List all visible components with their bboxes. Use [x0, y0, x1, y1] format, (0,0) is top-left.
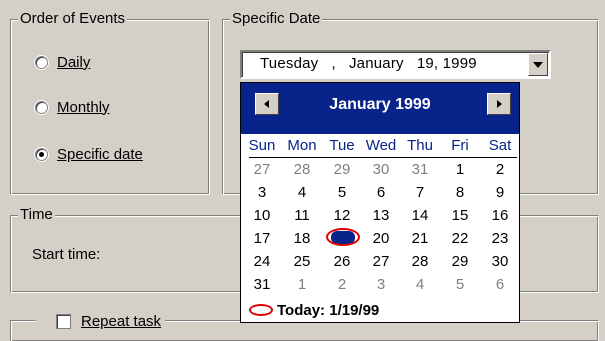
calendar-day[interactable]: 16: [482, 206, 518, 226]
calendar-day[interactable]: 28: [284, 160, 320, 180]
weekday-sun: Sun: [248, 137, 276, 154]
calendar-day[interactable]: 14: [402, 206, 438, 226]
calendar-day[interactable]: 21: [402, 229, 438, 249]
calendar-day[interactable]: 7: [402, 183, 438, 203]
calendar-day[interactable]: 29: [324, 160, 360, 180]
weekday-fri: Fri: [451, 137, 469, 154]
calendar-day[interactable]: 4: [402, 275, 438, 295]
calendar-day[interactable]: 3: [363, 275, 399, 295]
calendar-day[interactable]: 22: [442, 229, 478, 249]
weekday-wed: Wed: [365, 137, 397, 154]
weekday-sat: Sat: [488, 137, 512, 154]
calendar-day[interactable]: 20: [363, 229, 399, 249]
calendar-day[interactable]: 31: [244, 275, 280, 295]
calendar-day[interactable]: 1: [284, 275, 320, 295]
calendar-day[interactable]: 25: [284, 252, 320, 272]
calendar-day[interactable]: 6: [363, 183, 399, 203]
weekday-divider: [249, 157, 517, 158]
weekday-header-row: Sun Mon Tue Wed Thu Fri Sat: [241, 136, 519, 156]
calendar-day[interactable]: 8: [442, 183, 478, 203]
radio-daily[interactable]: Daily: [35, 52, 90, 72]
calendar-day[interactable]: 31: [402, 160, 438, 180]
time-title: Time: [18, 205, 55, 225]
calendar-day[interactable]: 30: [482, 252, 518, 272]
calendar-day[interactable]: 29: [442, 252, 478, 272]
specific-date-radio-circle[interactable]: [35, 147, 48, 161]
today-day-ring: [326, 228, 360, 246]
calendar-dropdown: January 1999 Sun Mon Tue Wed Thu Fri Sat 27 28 2…: [240, 82, 520, 323]
calendar-day[interactable]: 3: [244, 183, 280, 203]
repeat-task-checkbox[interactable]: [56, 313, 71, 329]
calendar-day[interactable]: 27: [244, 160, 280, 180]
dropdown-arrow-button[interactable]: [528, 53, 548, 76]
calendar-day[interactable]: 10: [244, 206, 280, 226]
calendar-day[interactable]: 13: [363, 206, 399, 226]
calendar-day[interactable]: 11: [284, 206, 320, 226]
calendar-day[interactable]: 4: [284, 183, 320, 203]
repeat-task-label: Repeat task: [81, 312, 162, 330]
specific-date-label: Specific date: [57, 145, 143, 163]
specific-date-combo[interactable]: Tuesday , January 19, 1999: [240, 50, 551, 79]
weekday-mon: Mon: [287, 137, 317, 154]
daily-label: Daily: [57, 53, 91, 71]
daily-radio-circle[interactable]: [35, 55, 48, 69]
calendar-header: January 1999: [241, 83, 519, 134]
monthly-label: Monthly: [57, 98, 110, 116]
calendar-day[interactable]: 26: [324, 252, 360, 272]
calendar-day[interactable]: 9: [482, 183, 518, 203]
today-footer[interactable]: Today: 1/19/99: [249, 300, 379, 320]
calendar-day[interactable]: 17: [244, 229, 280, 249]
repeat-task-checkbox-row[interactable]: Repeat task: [36, 311, 166, 331]
calendar-day[interactable]: 30: [363, 160, 399, 180]
specific-date-value: Tuesday , January 19, 1999: [260, 55, 477, 72]
calendar-day[interactable]: 2: [482, 160, 518, 180]
calendar-day[interactable]: 5: [442, 275, 478, 295]
calendar-day[interactable]: 23: [482, 229, 518, 249]
calendar-day[interactable]: 24: [244, 252, 280, 272]
radio-monthly[interactable]: Monthly: [35, 97, 110, 117]
calendar-month-title: January 1999: [329, 96, 431, 113]
today-label: Today: 1/19/99: [277, 301, 380, 319]
weekday-thu: Thu: [407, 137, 433, 154]
start-time-label: Start time:: [32, 246, 101, 263]
calendar-day[interactable]: 27: [363, 252, 399, 272]
calendar-day[interactable]: 12: [324, 206, 360, 226]
today-circle-icon: [249, 304, 273, 316]
calendar-day[interactable]: 5: [324, 183, 360, 203]
next-month-button[interactable]: [487, 93, 511, 115]
weekday-tue: Tue: [329, 137, 355, 154]
calendar-day[interactable]: 15: [442, 206, 478, 226]
calendar-day[interactable]: 18: [284, 229, 320, 249]
specific-date-title: Specific Date: [230, 9, 323, 29]
calendar-day[interactable]: 6: [482, 275, 518, 295]
calendar-day[interactable]: 2: [324, 275, 360, 295]
calendar-day[interactable]: 28: [402, 252, 438, 272]
radio-specific-date[interactable]: Specific date: [35, 144, 143, 164]
calendar-day[interactable]: 1: [442, 160, 478, 180]
order-of-events-title: Order of Events: [18, 9, 128, 29]
monthly-radio-circle[interactable]: [35, 100, 48, 114]
